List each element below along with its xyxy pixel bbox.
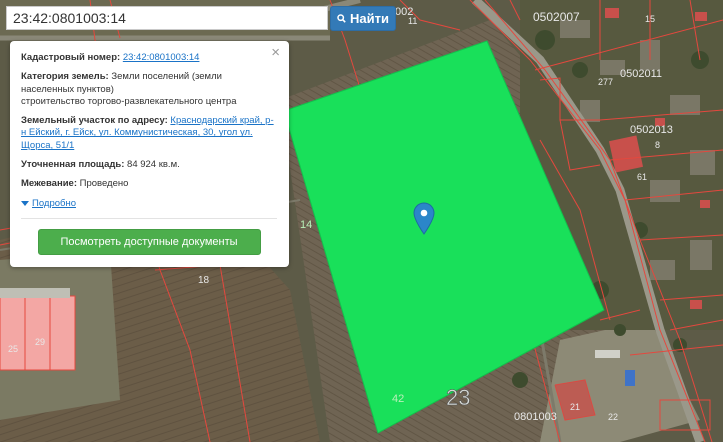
area-label: Уточненная площадь:: [21, 159, 125, 171]
plot-label-11: 11: [408, 16, 417, 26]
plot-label-29: 29: [35, 337, 45, 347]
quarter-label-0502011: 0502011: [620, 68, 662, 80]
quarter-label-0502013: 0502013: [630, 124, 673, 136]
address-row: Земельный участок по адресу: Краснодарск…: [21, 115, 277, 152]
quarter-label-0502007: 0502007: [533, 10, 580, 24]
search-button-label: Найти: [350, 11, 389, 26]
view-documents-button[interactable]: Посмотреть доступные документы: [37, 228, 261, 255]
quarter-label-0801003: 0801003: [514, 411, 557, 423]
parcel-info-popup: × Кадастровый номер: 23:42:0801003:14 Ка…: [10, 41, 289, 267]
details-toggle-label: Подробно: [32, 197, 76, 209]
survey-value: Проведено: [79, 178, 129, 190]
divider: [21, 217, 277, 219]
search-input[interactable]: [7, 7, 327, 29]
plot-label-277: 277: [598, 77, 613, 87]
search-button[interactable]: Найти: [330, 6, 396, 31]
plot-label-25: 25: [8, 344, 18, 354]
cadastral-number-row: Кадастровый номер: 23:42:0801003:14: [21, 52, 277, 64]
plot-label-18: 18: [198, 275, 210, 286]
plot-label-15: 15: [645, 14, 655, 24]
cadastral-number-link[interactable]: 23:42:0801003:14: [123, 52, 200, 63]
land-use-value: строительство торгово-развлекательного ц…: [21, 95, 237, 107]
address-label: Земельный участок по адресу:: [21, 115, 168, 127]
survey-label: Межевание:: [21, 178, 77, 190]
cadastral-number-label: Кадастровый номер:: [21, 52, 121, 63]
search-bar: [6, 6, 328, 30]
land-category-row: Категория земель: Земли поселений (земли…: [21, 71, 277, 108]
plot-label-14: 14: [300, 219, 312, 231]
land-category-label: Категория земель:: [21, 71, 109, 83]
plot-label-22: 22: [608, 412, 618, 422]
area-value: 84 924 кв.м.: [127, 159, 180, 171]
district-number-label: 23: [446, 385, 470, 410]
search-icon: [337, 14, 346, 23]
plot-label-42: 42: [392, 393, 404, 405]
details-toggle[interactable]: Подробно: [21, 198, 76, 210]
plot-label-21: 21: [570, 402, 580, 412]
plot-label-8: 8: [655, 140, 660, 150]
plot-label-61: 61: [637, 172, 647, 182]
caret-down-icon: [21, 201, 29, 207]
close-icon[interactable]: ×: [271, 45, 280, 60]
area-row: Уточненная площадь: 84 924 кв.м.: [21, 159, 277, 171]
survey-row: Межевание: Проведено: [21, 178, 277, 190]
